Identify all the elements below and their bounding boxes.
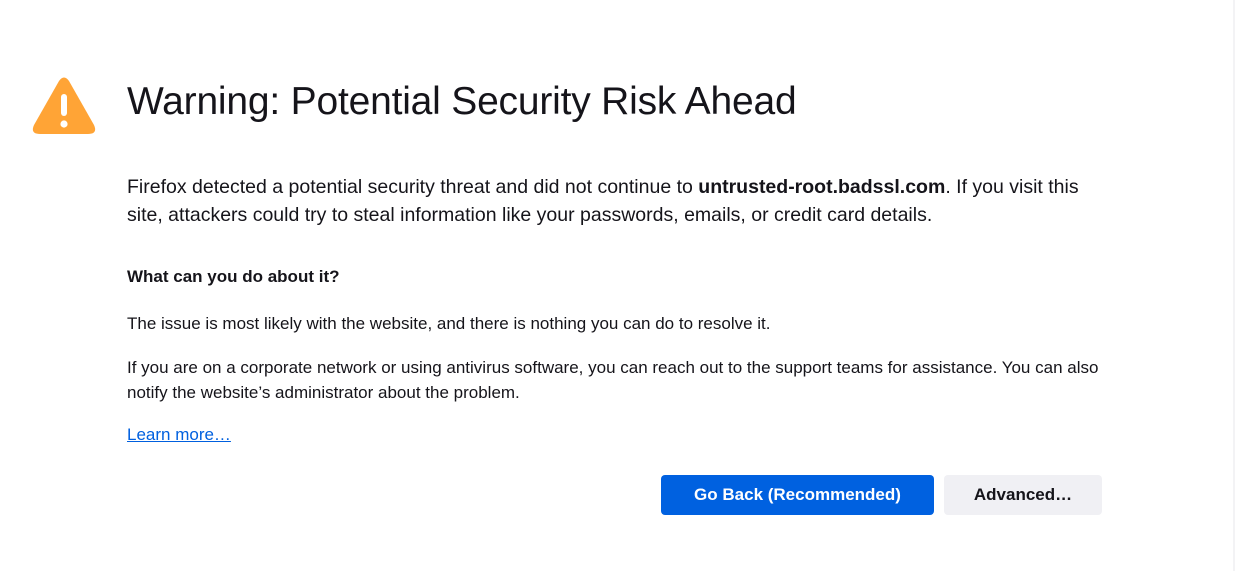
- resolution-text: The issue is most likely with the websit…: [127, 314, 771, 333]
- advanced-button[interactable]: Advanced…: [944, 475, 1102, 515]
- what-can-you-do-heading: What can you do about it?: [127, 267, 340, 286]
- description-text-before: Firefox detected a potential security th…: [127, 176, 699, 198]
- go-back-button[interactable]: Go Back (Recommended): [661, 475, 934, 515]
- warning-icon: [32, 76, 96, 136]
- error-description: Firefox detected a potential security th…: [127, 173, 1107, 229]
- page-title: Warning: Potential Security Risk Ahead: [127, 80, 797, 123]
- learn-more-link[interactable]: Learn more…: [127, 425, 231, 445]
- hostname: untrusted-root.badssl.com: [698, 176, 946, 198]
- support-text: If you are on a corporate network or usi…: [127, 358, 1099, 402]
- security-error-page: Warning: Potential Security Risk Ahead F…: [0, 0, 1235, 571]
